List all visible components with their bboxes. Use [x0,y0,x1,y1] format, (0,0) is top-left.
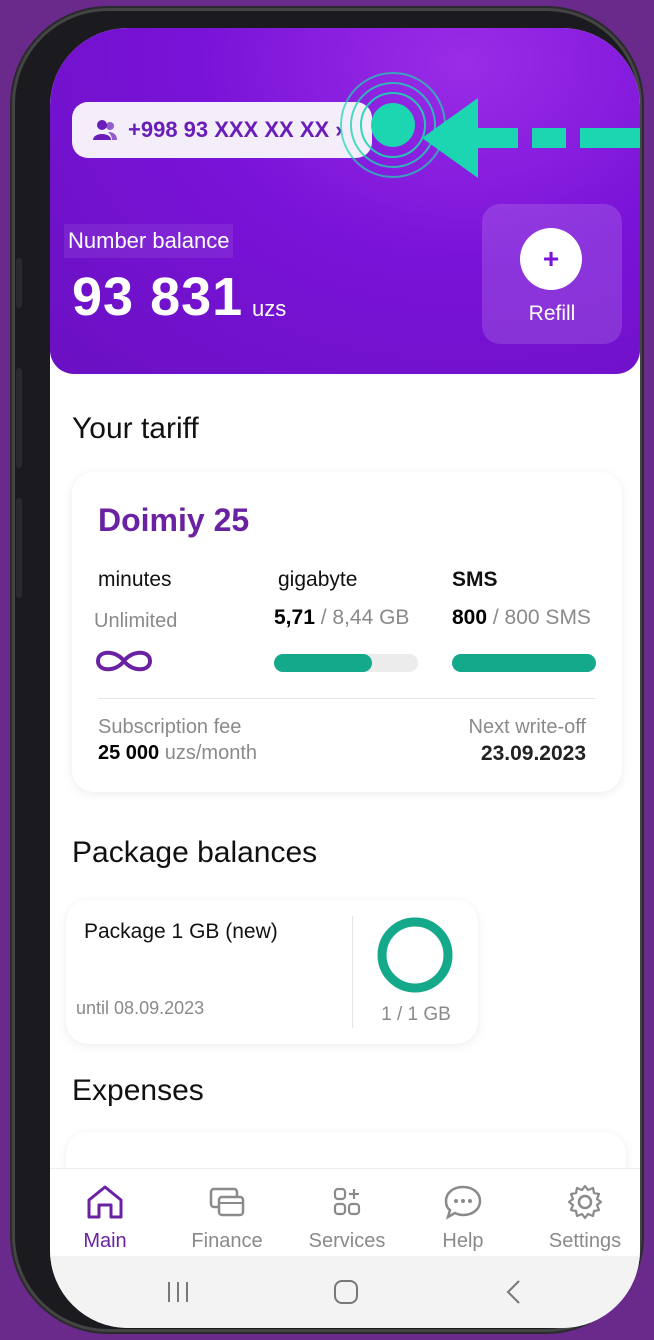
fee-unit: uzs/month [164,742,257,764]
user-group-icon [93,120,117,140]
gigabyte-progress-fill [274,654,372,672]
expenses-section-title: Expenses [72,1074,204,1107]
nav-finance-label: Finance [191,1230,263,1252]
balance-header: +998 93 XXX XX XX › Number balance 93 83… [50,28,640,374]
nav-settings[interactable]: Settings [530,1183,640,1253]
gigabyte-usage: 5,71 / 8,44 GB [274,606,409,630]
minutes-label: minutes [98,568,172,591]
phone-number-selector[interactable]: +998 93 XXX XX XX › [72,102,372,158]
phone-number: +998 93 XXX XX XX [128,117,330,142]
home-button[interactable] [316,1270,376,1314]
sms-progress [452,654,596,672]
phone-frame: +998 93 XXX XX XX › Number balance 93 83… [12,8,642,1332]
package-until-date: 08.09.2023 [114,998,205,1018]
gear-icon [567,1184,603,1220]
package-until: until 08.09.2023 [76,998,204,1019]
sms-progress-fill [452,654,596,672]
fee-label: Subscription fee [98,716,242,738]
infinity-icon [95,650,153,672]
refill-label: Refill [528,302,576,325]
packages-section-title: Package balances [72,836,318,869]
package-until-label: until [76,998,110,1018]
nav-services-label: Services [308,1230,386,1252]
tariff-name: Doimiy 25 [98,502,250,538]
plus-icon: + [520,228,582,290]
minutes-value: Unlimited [94,610,178,632]
refill-button[interactable]: + Refill [482,204,622,344]
home-square-icon [334,1280,358,1304]
nav-help-label: Help [442,1230,484,1252]
sms-label: SMS [452,568,498,591]
arrow-left-icon [422,98,640,178]
nav-main-label: Main [83,1230,127,1252]
card-icon [209,1187,245,1217]
home-icon [87,1185,123,1219]
recent-apps-icon [168,1282,188,1302]
grid-plus-icon [333,1187,361,1216]
package-ring [377,917,453,993]
bottom-nav: Main Finance Services Help Settings [50,1168,640,1261]
sms-usage: 800 / 800 SMS [452,606,591,630]
package-ring-fill [377,917,453,993]
nav-settings-label: Settings [548,1230,622,1252]
system-navigation-bar [50,1256,640,1328]
balance-amount: 93 831 [72,267,244,327]
volume-down-button [16,498,22,598]
side-button [16,258,22,308]
fee-value: 25 000 [98,742,160,764]
sms-total: / 800 SMS [492,606,591,629]
tariff-card[interactable]: Doimiy 25 minutes gigabyte SMS Unlimited… [72,472,622,792]
recent-apps-button[interactable] [148,1270,208,1314]
writeoff-date: 23.09.2023 [480,742,586,765]
writeoff-label: Next write-off [468,716,586,738]
sms-used: 800 [452,606,488,629]
package-card[interactable]: Package 1 GB (new) until 08.09.2023 1 / … [66,900,478,1044]
balance-label: Number balance [64,224,234,258]
tariff-divider [98,698,596,699]
volume-up-button [16,368,22,468]
app-screen: +998 93 XXX XX XX › Number balance 93 83… [50,28,640,1328]
gigabyte-total: / 8,44 GB [320,606,410,629]
back-button[interactable] [484,1270,544,1314]
back-icon [506,1280,520,1304]
gigabyte-used: 5,71 [274,606,315,629]
gigabyte-progress [274,654,418,672]
gigabyte-label: gigabyte [278,568,358,591]
nav-finance[interactable]: Finance [172,1183,282,1253]
nav-main[interactable]: Main [50,1183,160,1253]
package-amount: 1 / 1 GB [381,1004,451,1025]
balance-unit: uzs [252,296,287,321]
tariff-section-title: Your tariff [72,412,199,445]
chat-icon [444,1185,482,1220]
package-name: Package 1 GB (new) [84,920,278,943]
nav-help[interactable]: Help [408,1183,518,1253]
nav-services[interactable]: Services [292,1183,402,1253]
package-divider [352,916,353,1028]
fee-amount: 25 000 uzs/month [98,742,257,765]
